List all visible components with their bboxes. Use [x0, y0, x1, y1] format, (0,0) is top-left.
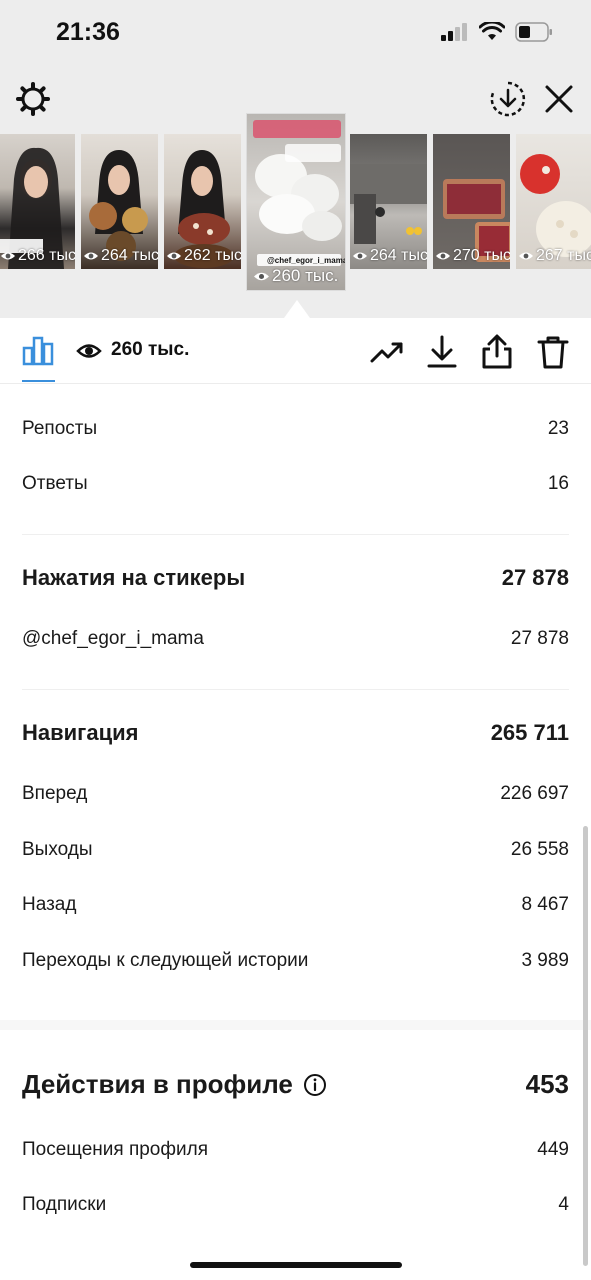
- story-views-total: 260 тыс.: [111, 339, 190, 360]
- story-thumbnail[interactable]: 267 тыс.: [516, 134, 591, 269]
- eye-icon: [1, 252, 15, 260]
- metric-value: 26 558: [510, 839, 569, 860]
- story-views: 264 тыс.: [352, 247, 427, 265]
- story-mention: @chef_egor_i_mama: [267, 256, 346, 265]
- metric-label: Назад: [22, 894, 77, 915]
- metric-label: Ответы: [22, 473, 88, 494]
- battery-icon: [515, 22, 552, 42]
- section-total: 27 878: [501, 565, 569, 590]
- status-icons: [441, 22, 553, 42]
- story-metrics-toolbar: 260 тыс.: [0, 318, 591, 384]
- section-total: 265 711: [490, 720, 569, 745]
- story-views: 262 тыс.: [166, 247, 241, 265]
- story-views: 260 тыс.: [253, 266, 338, 286]
- section-title: Действия в профиле: [22, 1069, 293, 1099]
- story-views: 266 тыс.: [0, 247, 75, 265]
- story-views: 270 тыс.: [435, 247, 510, 265]
- metric-value: 226 697: [500, 783, 569, 804]
- metric-row-exits: Выходы 26 558: [22, 839, 569, 861]
- section-header-profile-actions: Действия в профиле 453: [22, 1069, 569, 1100]
- metric-value: 3 989: [521, 950, 569, 971]
- wifi-icon: [479, 22, 505, 40]
- bar-chart-icon[interactable]: [22, 334, 54, 366]
- metric-label: Репосты: [22, 418, 98, 439]
- metric-value: 27 878: [510, 628, 569, 649]
- metric-value: 23: [547, 418, 569, 439]
- metric-row-forward: Вперед 226 697: [22, 783, 569, 805]
- section-header-stickers: Нажатия на стикеры 27 878: [22, 565, 569, 591]
- eye-icon: [167, 252, 181, 260]
- section-title-group: Действия в профиле: [22, 1069, 327, 1100]
- status-time: 21:36: [56, 18, 120, 46]
- gear-icon[interactable]: [14, 80, 52, 118]
- selection-pointer: [284, 300, 310, 318]
- trending-icon[interactable]: [369, 334, 405, 370]
- share-icon[interactable]: [479, 334, 515, 370]
- metric-row-profile-visits: Посещения профиля 449: [22, 1139, 569, 1161]
- metric-row-back: Назад 8 467: [22, 894, 569, 916]
- scrollbar[interactable]: [583, 826, 588, 1266]
- download-icon[interactable]: [424, 334, 460, 370]
- story-views: 267 тыс.: [518, 247, 591, 265]
- metric-row-follows: Подписки 4: [22, 1194, 569, 1216]
- story-thumbnail[interactable]: 264 тыс.: [81, 134, 158, 269]
- section-total: 453: [525, 1069, 569, 1099]
- section-header-navigation: Навигация 265 711: [22, 720, 569, 746]
- section-title: Нажатия на стикеры: [22, 565, 246, 590]
- metric-label: @chef_egor_i_mama: [22, 628, 204, 649]
- story-thumbnail-selected[interactable]: @chef_egor_i_mama 260 тыс.: [246, 113, 346, 291]
- metric-row-next-story: Переходы к следующей истории 3 989: [22, 950, 569, 972]
- metric-row-sticker-mention[interactable]: @chef_egor_i_mama 27 878: [22, 628, 569, 650]
- story-views: 264 тыс.: [83, 247, 158, 265]
- eye-icon: [353, 252, 367, 260]
- download-circle-icon[interactable]: [488, 79, 528, 119]
- trash-icon[interactable]: [535, 334, 571, 370]
- eye-icon: [519, 252, 533, 260]
- section-divider: [22, 689, 569, 690]
- metric-label: Выходы: [22, 839, 93, 860]
- metric-value: 8 467: [521, 894, 569, 915]
- eye-icon: [84, 252, 98, 260]
- story-thumbnail[interactable]: 266 тыс.: [0, 134, 75, 269]
- metric-row-replies: Ответы 16: [22, 473, 569, 495]
- story-thumbnail[interactable]: 262 тыс.: [164, 134, 241, 269]
- eye-icon: [254, 272, 269, 280]
- eye-icon: [76, 344, 102, 358]
- story-thumbnail[interactable]: 264 тыс.: [350, 134, 427, 269]
- metric-value: 16: [547, 473, 569, 494]
- active-tab-indicator: [22, 380, 55, 382]
- close-icon[interactable]: [540, 80, 578, 118]
- metric-row-reposts: Репосты 23: [22, 418, 569, 440]
- story-thumbnail[interactable]: 270 тыс.: [433, 134, 510, 269]
- metric-label: Переходы к следующей истории: [22, 950, 309, 971]
- metric-value: 449: [537, 1139, 569, 1160]
- metric-value: 4: [558, 1194, 569, 1215]
- info-icon[interactable]: [303, 1073, 327, 1097]
- section-title: Навигация: [22, 720, 139, 745]
- home-indicator[interactable]: [190, 1262, 402, 1268]
- section-divider: [22, 534, 569, 535]
- eye-icon: [436, 252, 450, 260]
- metric-label: Вперед: [22, 783, 88, 804]
- status-bar: 21:36: [0, 0, 591, 66]
- metric-label: Подписки: [22, 1194, 107, 1215]
- metric-label: Посещения профиля: [22, 1139, 208, 1160]
- stories-preview-area: 21:36 266 тыс. 264 тыс. 262 тыс. @chef_e…: [0, 0, 591, 318]
- signal-icon: [441, 23, 467, 41]
- section-separator: [0, 1020, 591, 1030]
